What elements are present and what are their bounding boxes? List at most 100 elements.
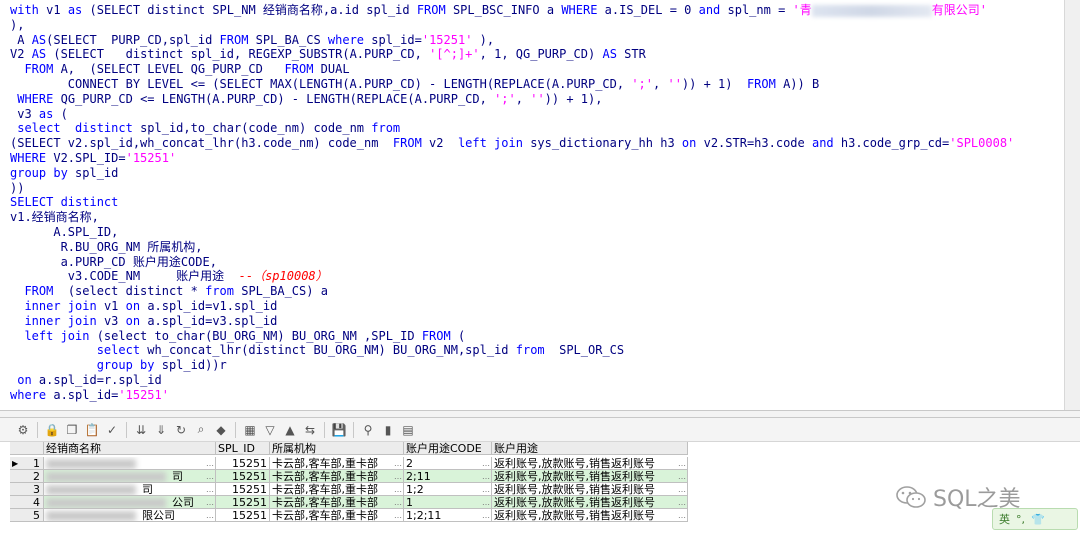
results-grid[interactable]: 经销商名称 SPL_ID 所属机构 账户用途CODE 账户用途 1 ▶… 15251 卡云部,客…: [10, 442, 690, 524]
code-line[interactable]: CONNECT BY LEVEL <= (SELECT MAX(LENGTH(A…: [10, 77, 819, 92]
cell-dealer-name[interactable]: 限公司: [44, 509, 216, 522]
cell-code[interactable]: 1;2: [404, 483, 492, 496]
code-line[interactable]: select wh_concat_lhr(distinct BU_ORG_NM)…: [10, 343, 624, 358]
sql-editor[interactable]: with v1 as (SELECT distinct SPL_NM 经销商名称…: [0, 0, 1080, 410]
code-line[interactable]: on a.spl_id=r.spl_id: [10, 373, 162, 388]
cell-purpose[interactable]: 返利账号,放款账号,销售返利账号: [492, 457, 688, 470]
cell-editor-icon[interactable]: …: [393, 483, 403, 496]
code-line[interactable]: A AS(SELECT PURP_CD,spl_id FROM SPL_BA_C…: [10, 33, 494, 48]
code-line[interactable]: left join (select to_char(BU_ORG_NM) BU_…: [10, 329, 465, 344]
code-line[interactable]: a.PURP_CD 账户用途CODE,: [10, 255, 217, 270]
column-header[interactable]: SPL_ID: [216, 442, 270, 455]
code-line[interactable]: inner join v1 on a.spl_id=v1.spl_id: [10, 299, 277, 314]
cell-editor-icon[interactable]: …: [205, 470, 215, 483]
cell-editor-icon[interactable]: …: [393, 457, 403, 470]
code-line[interactable]: with v1 as (SELECT distinct SPL_NM 经销商名称…: [10, 3, 987, 18]
splitter[interactable]: [0, 410, 1080, 418]
check-icon[interactable]: ✓: [103, 421, 121, 439]
lock-icon[interactable]: 🔒: [43, 421, 61, 439]
cell-editor-icon[interactable]: …: [677, 470, 687, 483]
move-last-icon[interactable]: ⇓: [152, 421, 170, 439]
column-header[interactable]: 经销商名称: [44, 442, 216, 455]
table-row[interactable]: 5 限公司… 15251 卡云部,客车部,重卡部… 1;2;11… 返利账号,放款账号,销…: [10, 509, 690, 522]
cell-dealer-name[interactable]: 司: [44, 470, 216, 483]
link-icon[interactable]: ⚲: [359, 421, 377, 439]
copy-icon[interactable]: ❐: [63, 421, 81, 439]
cell-purpose[interactable]: 返利账号,放款账号,销售返利账号: [492, 496, 688, 509]
cell-editor-icon[interactable]: …: [393, 496, 403, 509]
cell-org[interactable]: 卡云部,客车部,重卡部: [270, 457, 404, 470]
paste-icon[interactable]: 📋: [83, 421, 101, 439]
column-header[interactable]: 所属机构: [270, 442, 404, 455]
code-line[interactable]: inner join v3 on a.spl_id=v3.spl_id: [10, 314, 277, 329]
table-row[interactable]: 2 司… 15251 卡云部,客车部,重卡部… 2;11… 返利账号,放款账号,销售返利账…: [10, 470, 690, 483]
code-line[interactable]: v3 as (: [10, 107, 68, 122]
cell-org[interactable]: 卡云部,客车部,重卡部: [270, 470, 404, 483]
column-header[interactable]: 账户用途CODE: [404, 442, 492, 455]
cell-org[interactable]: 卡云部,客车部,重卡部: [270, 496, 404, 509]
cell-dealer-name[interactable]: [44, 457, 216, 470]
cell-spl-id[interactable]: 15251: [216, 496, 270, 509]
export-icon[interactable]: ⇆: [301, 421, 319, 439]
chart-icon[interactable]: ▮: [379, 421, 397, 439]
code-line[interactable]: )): [10, 181, 24, 196]
code-line[interactable]: FROM (select distinct * from SPL_BA_CS) …: [10, 284, 327, 299]
grid-options-icon[interactable]: ⚙: [14, 421, 32, 439]
cell-editor-icon[interactable]: …: [481, 470, 491, 483]
cell-editor-icon[interactable]: …: [393, 470, 403, 483]
cell-editor-icon[interactable]: …: [481, 457, 491, 470]
code-line[interactable]: V2 AS (SELECT distinct spl_id, REGEXP_SU…: [10, 47, 646, 62]
cell-editor-icon[interactable]: …: [393, 509, 403, 522]
cell-code[interactable]: 1;2;11: [404, 509, 492, 522]
cell-editor-icon[interactable]: …: [481, 483, 491, 496]
cell-spl-id[interactable]: 15251: [216, 470, 270, 483]
cell-dealer-name[interactable]: 司: [44, 483, 216, 496]
cell-code[interactable]: 1: [404, 496, 492, 509]
table-view-icon[interactable]: ▦: [241, 421, 259, 439]
editor-vertical-scrollbar[interactable]: [1064, 0, 1080, 410]
code-line[interactable]: SELECT distinct: [10, 195, 118, 210]
table-row[interactable]: 3 司… 15251 卡云部,客车部,重卡部… 1;2… 返利账号,放款账号,销售返利账号…: [10, 483, 690, 496]
find-icon[interactable]: ⌕: [192, 421, 210, 439]
code-line[interactable]: WHERE V2.SPL_ID='15251': [10, 151, 176, 166]
cell-editor-icon[interactable]: …: [205, 483, 215, 496]
cell-editor-icon[interactable]: …: [677, 457, 687, 470]
cell-editor-icon[interactable]: …: [677, 496, 687, 509]
column-header[interactable]: 账户用途: [492, 442, 688, 455]
cell-editor-icon[interactable]: …: [677, 509, 687, 522]
save-icon[interactable]: 💾: [330, 421, 348, 439]
cell-dealer-name[interactable]: 公司: [44, 496, 216, 509]
filter-icon[interactable]: ▽: [261, 421, 279, 439]
cell-code[interactable]: 2;11: [404, 470, 492, 483]
cell-spl-id[interactable]: 15251: [216, 509, 270, 522]
code-line[interactable]: ),: [10, 18, 24, 33]
code-line[interactable]: v3.CODE_NM 账户用途 --（sp10008）: [10, 269, 328, 284]
code-line[interactable]: R.BU_ORG_NM 所属机构,: [10, 240, 203, 255]
table-row[interactable]: 4 公司… 15251 卡云部,客车部,重卡部… 1… 返利账号,放款账号,销售返利账号…: [10, 496, 690, 509]
code-line[interactable]: WHERE QG_PURP_CD <= LENGTH(A.PURP_CD) - …: [10, 92, 602, 107]
cell-editor-icon[interactable]: …: [481, 496, 491, 509]
code-line[interactable]: group by spl_id))r: [10, 358, 227, 373]
cell-org[interactable]: 卡云部,客车部,重卡部: [270, 483, 404, 496]
code-line[interactable]: v1.经销商名称,: [10, 210, 99, 225]
cell-editor-icon[interactable]: …: [481, 509, 491, 522]
cell-editor-icon[interactable]: …: [677, 483, 687, 496]
sort-up-icon[interactable]: ▲: [281, 421, 299, 439]
clear-icon[interactable]: ◆: [212, 421, 230, 439]
refresh-icon[interactable]: ↻: [172, 421, 190, 439]
code-line[interactable]: FROM A, (SELECT LEVEL QG_PURP_CD FROM DU…: [10, 62, 349, 77]
cell-org[interactable]: 卡云部,客车部,重卡部: [270, 509, 404, 522]
table-icon[interactable]: ▤: [399, 421, 417, 439]
cell-purpose[interactable]: 返利账号,放款账号,销售返利账号: [492, 509, 688, 522]
cell-editor-icon[interactable]: …: [205, 457, 215, 470]
cell-editor-icon[interactable]: …: [205, 509, 215, 522]
cell-editor-icon[interactable]: …: [205, 496, 215, 509]
code-line[interactable]: select distinct spl_id,to_char(code_nm) …: [10, 121, 400, 136]
cell-code[interactable]: 2: [404, 457, 492, 470]
code-line[interactable]: A.SPL_ID,: [10, 225, 118, 240]
table-row[interactable]: 1 ▶… 15251 卡云部,客车部,重卡部… 2… 返利账号,放款账号,销售返利账号…: [10, 457, 690, 470]
cell-purpose[interactable]: 返利账号,放款账号,销售返利账号: [492, 483, 688, 496]
cell-purpose[interactable]: 返利账号,放款账号,销售返利账号: [492, 470, 688, 483]
move-down-icon[interactable]: ⇊: [132, 421, 150, 439]
code-line[interactable]: (SELECT v2.spl_id,wh_concat_lhr(h3.code_…: [10, 136, 1014, 151]
